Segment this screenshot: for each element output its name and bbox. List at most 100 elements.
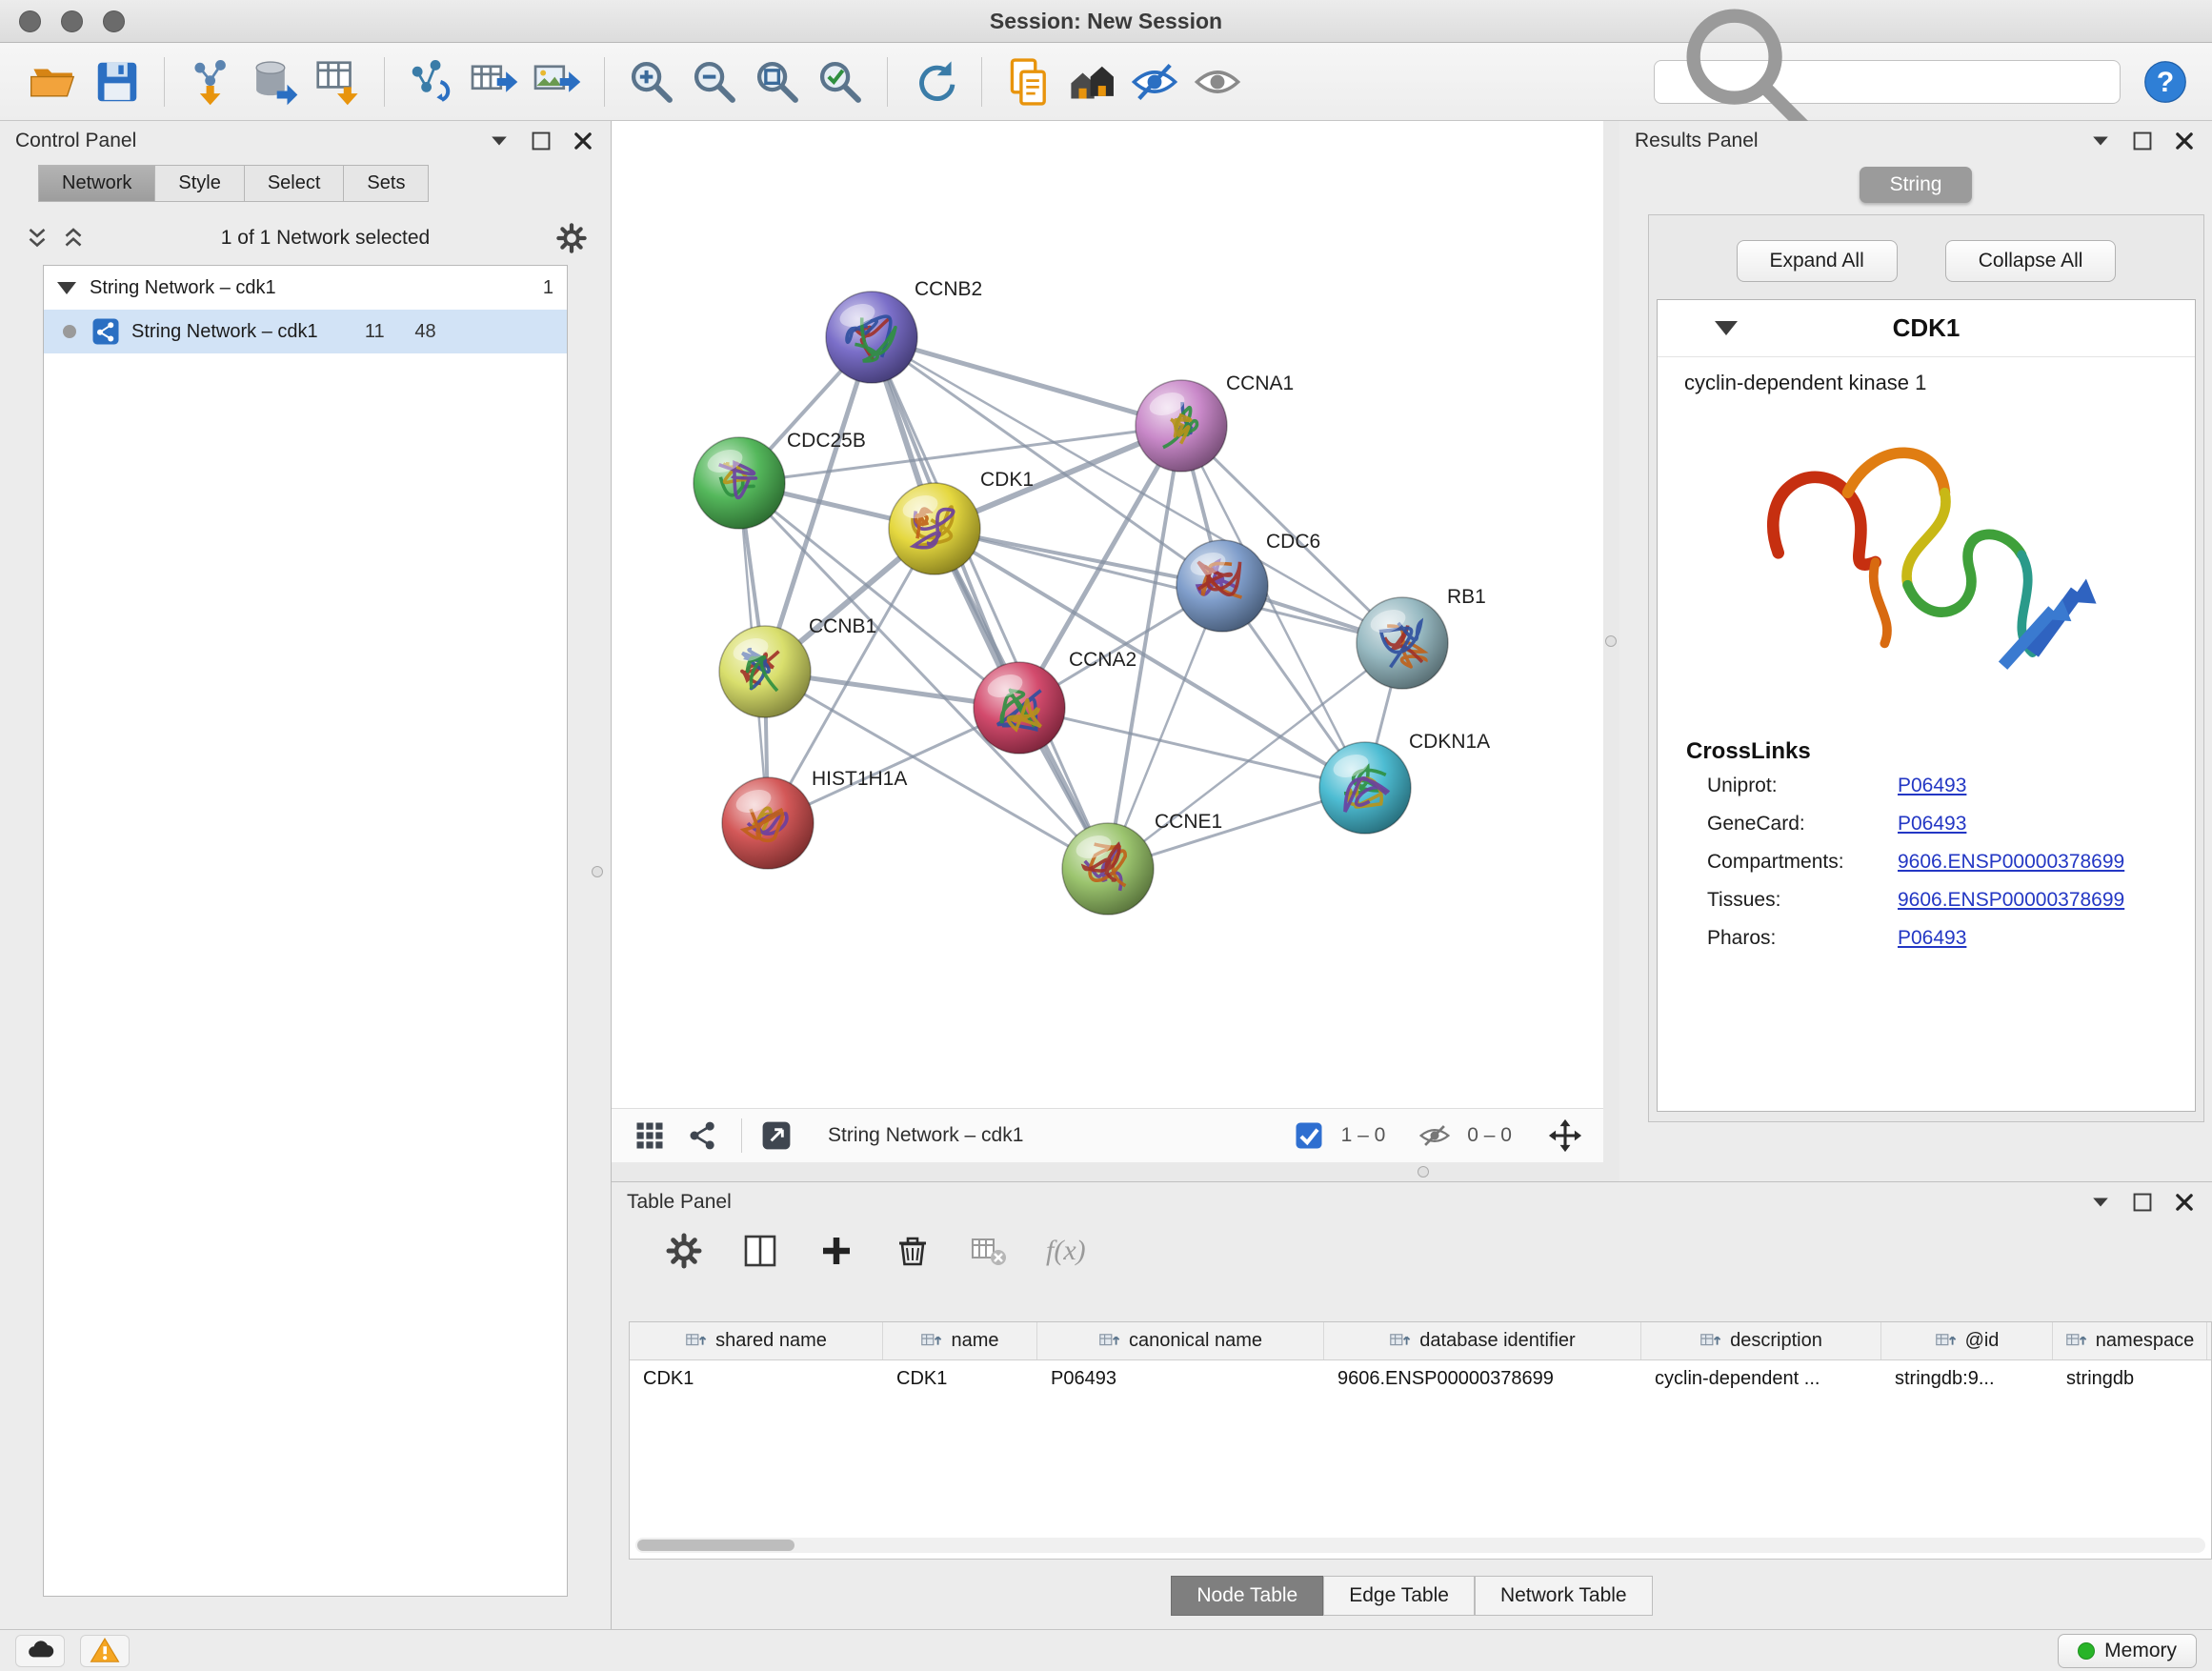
- column-sort-icon[interactable]: [685, 1330, 708, 1353]
- column-sort-icon[interactable]: [1389, 1330, 1412, 1353]
- close-window-button[interactable]: [19, 10, 41, 32]
- tab-select[interactable]: Select: [244, 165, 344, 202]
- edge-CDK1-RB1[interactable]: [935, 529, 1402, 643]
- edge-CCNB2-CCNA1[interactable]: [872, 337, 1181, 426]
- panel-float-icon[interactable]: [529, 129, 553, 153]
- node-HIST1H1A[interactable]: HIST1H1A: [722, 768, 907, 869]
- tab-node-table[interactable]: Node Table: [1171, 1576, 1323, 1616]
- table-row[interactable]: CDK1CDK1P064939606.ENSP00000378699cyclin…: [630, 1360, 2211, 1399]
- open-folder-icon[interactable]: [29, 56, 80, 108]
- column-header-namespace[interactable]: namespace: [2053, 1322, 2207, 1359]
- clone-network-icon[interactable]: [406, 56, 457, 108]
- node-CCNB1[interactable]: CCNB1: [719, 615, 876, 717]
- column-header-database-identifier[interactable]: database identifier: [1324, 1322, 1641, 1359]
- tab-edge-table[interactable]: Edge Table: [1323, 1576, 1475, 1616]
- column-sort-icon[interactable]: [1098, 1330, 1121, 1353]
- column-header-shared-name[interactable]: shared name: [630, 1322, 883, 1359]
- delete-column-trash-icon[interactable]: [894, 1232, 932, 1270]
- edge-CCNA2-CDKN1A[interactable]: [1019, 708, 1365, 788]
- node-CDK1[interactable]: CDK1: [889, 469, 1034, 574]
- import-network-file-icon[interactable]: [186, 56, 237, 108]
- function-builder-icon[interactable]: f(x): [1046, 1235, 1086, 1267]
- expand-all-button[interactable]: Expand All: [1737, 240, 1898, 282]
- zoom-in-icon[interactable]: [626, 56, 677, 108]
- node-CDKN1A[interactable]: CDKN1A: [1319, 731, 1490, 834]
- minimize-window-button[interactable]: [61, 10, 83, 32]
- crosslink-link[interactable]: 9606.ENSP00000378699: [1898, 851, 2124, 874]
- protein-collapse-caret-icon[interactable]: [1715, 321, 1738, 335]
- tab-network-table[interactable]: Network Table: [1475, 1576, 1653, 1616]
- table-cell[interactable]: CDK1: [630, 1360, 883, 1399]
- hide-elements-icon[interactable]: [1129, 56, 1180, 108]
- node-CCNA1[interactable]: CCNA1: [1136, 372, 1294, 472]
- show-elements-icon[interactable]: [1192, 56, 1243, 108]
- network-collection-row[interactable]: String Network – cdk1 1: [44, 266, 567, 310]
- panel-float-icon[interactable]: [2130, 1190, 2155, 1215]
- right-splitter-handle[interactable]: [1605, 635, 1617, 647]
- tab-style[interactable]: Style: [154, 165, 243, 202]
- export-table-icon[interactable]: [469, 56, 520, 108]
- table-options-gear-icon[interactable]: [665, 1232, 703, 1270]
- tab-network[interactable]: Network: [38, 165, 154, 202]
- column-sort-icon[interactable]: [1699, 1330, 1722, 1353]
- column-sort-icon[interactable]: [1935, 1330, 1958, 1353]
- import-table-file-icon[interactable]: [312, 56, 363, 108]
- panel-close-icon[interactable]: [2172, 129, 2197, 153]
- table-cell[interactable]: CDK1: [883, 1360, 1037, 1399]
- home-icon[interactable]: [1066, 56, 1117, 108]
- save-icon[interactable]: [91, 56, 143, 108]
- crosslink-link[interactable]: P06493: [1898, 775, 1966, 797]
- search-input[interactable]: [1856, 70, 2108, 92]
- expand-all-networks-icon[interactable]: [59, 224, 88, 252]
- panel-menu-icon[interactable]: [2088, 129, 2113, 153]
- refresh-icon[interactable]: [909, 56, 960, 108]
- crosslink-link[interactable]: P06493: [1898, 927, 1966, 950]
- memory-button[interactable]: Memory: [2058, 1634, 2197, 1668]
- network-options-gear-icon[interactable]: [555, 222, 588, 254]
- table-cell[interactable]: 9606.ENSP00000378699: [1324, 1360, 1641, 1399]
- zoom-selected-icon[interactable]: [814, 56, 866, 108]
- table-cell[interactable]: stringdb:9...: [1881, 1360, 2053, 1399]
- collapse-all-button[interactable]: Collapse All: [1945, 240, 2117, 282]
- table-horizontal-scrollbar[interactable]: [635, 1538, 2205, 1553]
- warning-icon[interactable]: [80, 1635, 130, 1667]
- column-sort-icon[interactable]: [920, 1330, 943, 1353]
- tab-sets[interactable]: Sets: [343, 165, 429, 202]
- string-results-tab[interactable]: String: [1860, 167, 1972, 203]
- duplicate-pages-icon[interactable]: [1003, 56, 1055, 108]
- network-canvas[interactable]: CCNB2CCNA1CDC25BCDK1CDC6RB1CCNB1CCNA2CDK…: [612, 121, 1603, 1108]
- scrollbar-thumb[interactable]: [637, 1540, 794, 1551]
- panel-close-icon[interactable]: [2172, 1190, 2197, 1215]
- open-external-window-icon[interactable]: [759, 1118, 794, 1153]
- node-CCNB2[interactable]: CCNB2: [826, 278, 982, 383]
- zoom-out-icon[interactable]: [689, 56, 740, 108]
- column-header--id[interactable]: @id: [1881, 1322, 2053, 1359]
- cloud-icon[interactable]: [15, 1635, 65, 1667]
- table-cell[interactable]: P06493: [1037, 1360, 1324, 1399]
- left-splitter-handle[interactable]: [592, 866, 603, 877]
- bottom-splitter-handle[interactable]: [1418, 1166, 1429, 1178]
- panel-float-icon[interactable]: [2130, 129, 2155, 153]
- column-header-name[interactable]: name: [883, 1322, 1037, 1359]
- column-header-canonical-name[interactable]: canonical name: [1037, 1322, 1324, 1359]
- panel-menu-icon[interactable]: [487, 129, 512, 153]
- add-column-icon[interactable]: [817, 1232, 855, 1270]
- birds-eye-view-icon[interactable]: [633, 1118, 667, 1153]
- export-image-icon[interactable]: [532, 56, 583, 108]
- column-sort-icon[interactable]: [2065, 1330, 2088, 1353]
- table-cell[interactable]: stringdb: [2053, 1360, 2207, 1399]
- panel-close-icon[interactable]: [571, 129, 595, 153]
- selected-checkbox-icon[interactable]: [1292, 1118, 1326, 1153]
- network-row-selected[interactable]: String Network – cdk1 11 48: [44, 310, 567, 353]
- zoom-fit-icon[interactable]: [752, 56, 803, 108]
- crosslink-link[interactable]: P06493: [1898, 813, 1966, 836]
- panel-menu-icon[interactable]: [2088, 1190, 2113, 1215]
- column-header-description[interactable]: description: [1641, 1322, 1881, 1359]
- maximize-window-button[interactable]: [103, 10, 125, 32]
- import-network-database-icon[interactable]: [249, 56, 300, 108]
- crosslink-link[interactable]: 9606.ENSP00000378699: [1898, 889, 2124, 912]
- network-share-icon[interactable]: [686, 1118, 720, 1153]
- tree-expand-caret-icon[interactable]: [57, 282, 76, 294]
- table-cell[interactable]: cyclin-dependent ...: [1641, 1360, 1881, 1399]
- node-RB1[interactable]: RB1: [1357, 586, 1486, 689]
